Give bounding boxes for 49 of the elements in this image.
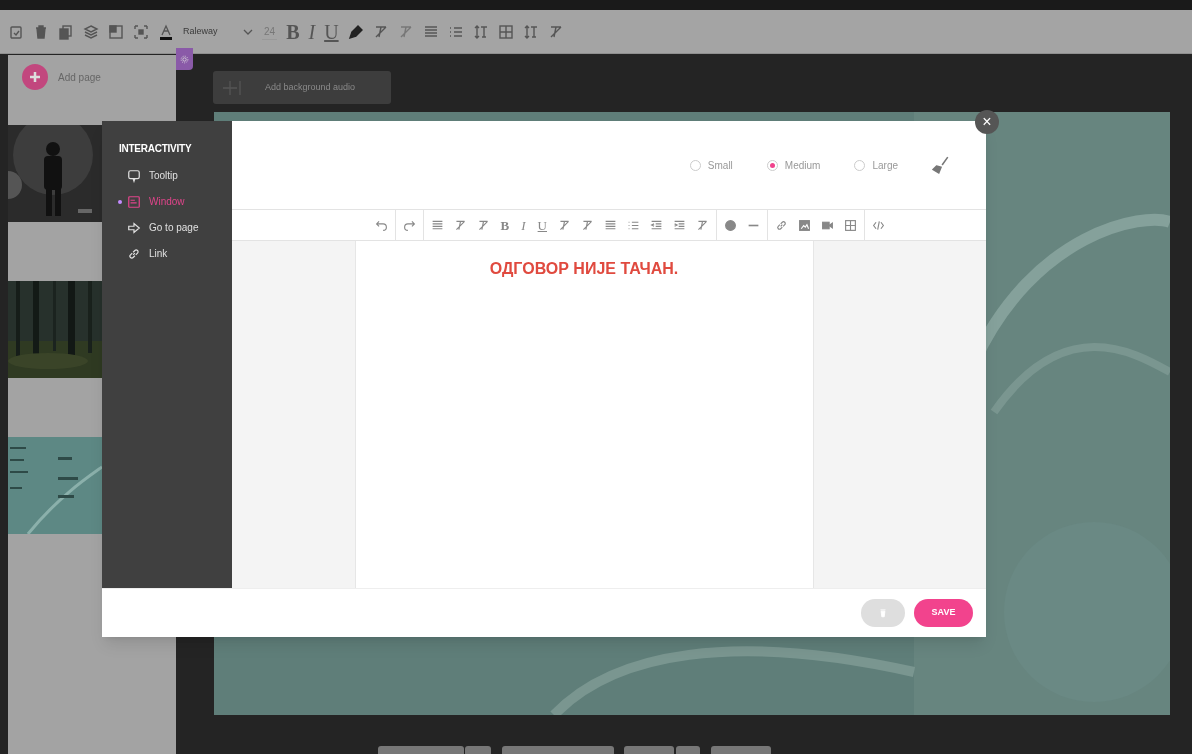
sidebar-title: INTERACTIVITY [119,142,193,156]
goto-icon[interactable] [127,220,141,235]
align-icon[interactable] [422,23,439,40]
italic-button[interactable]: I [515,218,532,232]
gear-icon[interactable] [180,54,189,64]
save-button[interactable]: SAVE [914,599,973,627]
expand-icon[interactable] [133,23,149,40]
content-text: ОДГОВОР НИЈЕ ТАЧАН. [488,259,680,279]
line-height-icon[interactable] [472,23,489,40]
clear-format-icon[interactable] [696,218,709,232]
size-option[interactable]: Medium [766,157,821,173]
table-icon[interactable] [844,218,857,232]
link-icon[interactable] [775,218,788,232]
redo-icon[interactable] [402,218,416,232]
sidebar-item[interactable]: Window [119,194,232,209]
link-icon[interactable] [127,246,141,261]
size-option[interactable]: Small [689,157,733,173]
trash-icon[interactable] [33,23,49,40]
text-color-icon[interactable] [158,23,174,40]
sidebar-item[interactable]: Tooltip [119,168,232,183]
tooltip-icon[interactable] [127,168,141,183]
add-audio-button[interactable]: Add background audio [213,71,391,104]
layers-icon[interactable] [83,23,99,40]
indent-icon[interactable] [673,218,686,232]
sidebar-item[interactable]: Link [119,246,232,261]
brush-icon[interactable] [932,156,950,174]
undo-icon[interactable] [374,218,388,232]
underline-button[interactable]: U [324,21,339,42]
code-icon[interactable] [872,218,885,232]
add-page-button[interactable] [22,64,48,90]
clipboard-icon[interactable] [8,23,24,40]
italic-button[interactable]: I [308,21,316,42]
page-settings-tab[interactable] [176,48,193,70]
frame-icon[interactable] [108,23,124,40]
add-page-label[interactable]: Add page [58,69,101,85]
plus-icon [28,70,42,84]
window-icon[interactable] [127,194,141,209]
image-icon[interactable] [798,218,811,232]
size-option[interactable]: Large [854,157,898,173]
bold-button[interactable]: B [494,218,516,232]
sidebar-item[interactable]: Go to page [119,220,232,235]
underline-button[interactable]: U [531,218,553,232]
marker-icon[interactable] [347,23,364,40]
bold-button[interactable]: B [286,21,300,42]
outdent-icon[interactable] [650,218,663,232]
copy-icon[interactable] [58,23,74,40]
align-icon[interactable] [604,218,617,232]
font-select[interactable]: Raleway [183,24,253,39]
editor-page[interactable]: ОДГОВОР НИЈЕ ТАЧАН. [354,241,814,588]
